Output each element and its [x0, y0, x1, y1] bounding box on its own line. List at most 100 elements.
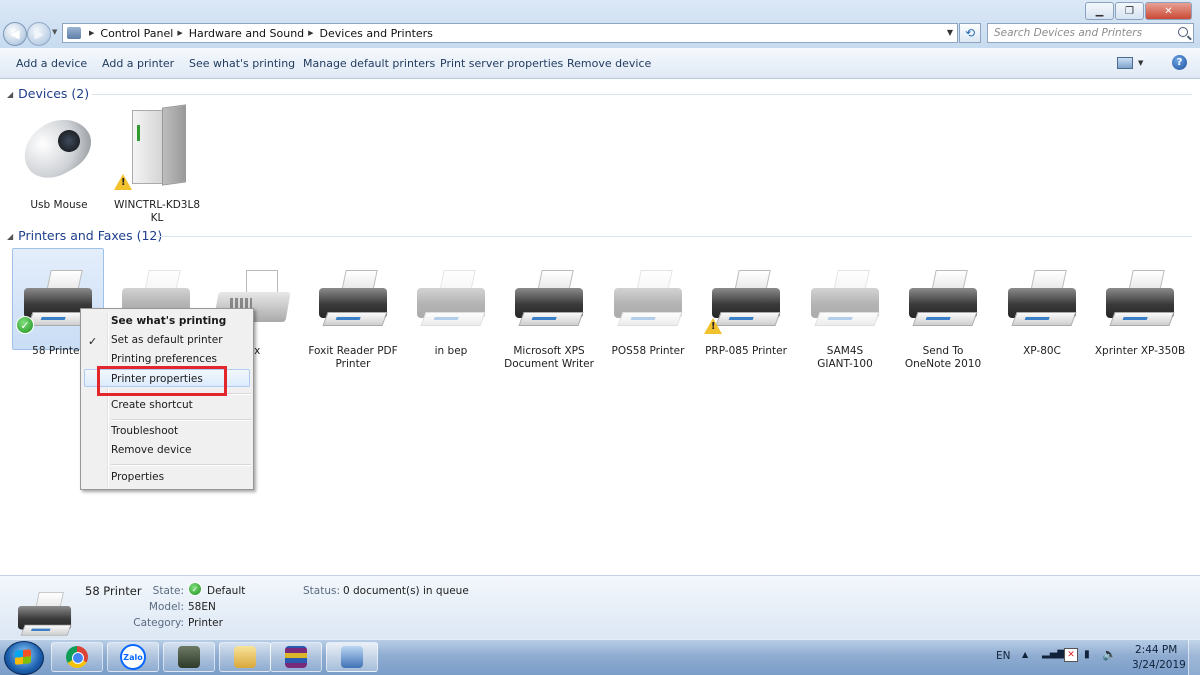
arrow-right-icon: ▶	[34, 27, 44, 41]
menu-item-printing-preferences[interactable]: Printing preferences	[111, 353, 217, 365]
breadcrumb-devices-and-printers[interactable]: Devices and Printers	[320, 27, 433, 40]
printer-pos58[interactable]: POS58 Printer	[600, 250, 696, 360]
context-menu: ✓ See what's printing Set as default pri…	[80, 308, 254, 490]
address-bar[interactable]: ▶ Control Panel ▶ Hardware and Sound ▶ D…	[62, 23, 958, 43]
maximize-button[interactable]: ❐	[1115, 2, 1144, 20]
view-options-dropdown[interactable]: ▼	[1138, 59, 1143, 67]
menu-item-create-shortcut[interactable]: Create shortcut	[111, 399, 193, 411]
device-usb-mouse[interactable]: Usb Mouse	[13, 106, 104, 216]
add-printer-button[interactable]: Add a printer	[102, 57, 174, 70]
breadcrumb-hardware-and-sound[interactable]: Hardware and Sound	[189, 27, 304, 40]
printer-microsoft-xps[interactable]: Microsoft XPS Document Writer	[501, 250, 597, 370]
default-check-icon: ✓	[188, 582, 202, 596]
recent-pages-dropdown[interactable]: ▼	[52, 28, 57, 36]
printer-xprinter-xp-350b[interactable]: Xprinter XP-350B	[1092, 250, 1188, 360]
manage-default-printers-button[interactable]: Manage default printers	[303, 57, 435, 70]
chevron-right-icon[interactable]: ▶	[308, 29, 313, 37]
printer-icon	[1008, 270, 1077, 332]
clock-date[interactable]: 3/24/2019	[1132, 659, 1186, 671]
volume-icon[interactable]: 🔈	[1102, 647, 1117, 661]
checkmark-icon: ✓	[88, 335, 98, 348]
printer-icon	[515, 270, 584, 332]
taskbar-chrome[interactable]	[51, 642, 103, 672]
command-bar: Add a device Add a printer See what's pr…	[0, 48, 1200, 79]
printer-prp-085[interactable]: ! PRP-085 Printer	[698, 250, 794, 360]
taskbar-zalo[interactable]: Zalo	[107, 642, 159, 672]
arrow-left-icon: ◀	[10, 27, 20, 41]
details-model-value: 58EN	[188, 601, 216, 613]
menu-item-troubleshoot[interactable]: Troubleshoot	[111, 425, 178, 437]
refresh-icon: ⟲	[964, 26, 976, 40]
search-input[interactable]: Search Devices and Printers	[987, 23, 1194, 43]
title-bar: ▁ ❐ ✕ ◀ ▶ ▼ ▶ Control Panel ▶ Hardware a…	[0, 0, 1200, 48]
print-server-properties-button[interactable]: Print server properties	[440, 57, 563, 70]
app-icon	[178, 646, 200, 668]
device-label: WINCTRL-KD3L8 KL	[113, 199, 200, 224]
printer-icon	[319, 270, 388, 332]
start-button[interactable]	[4, 641, 44, 675]
printer-icon	[712, 270, 781, 332]
printer-in-bep[interactable]: in bep	[403, 250, 499, 360]
menu-item-see-whats-printing[interactable]: See what's printing	[111, 315, 226, 327]
taskbar-app-3[interactable]	[163, 642, 215, 672]
collapse-triangle-icon[interactable]: ◢	[7, 90, 13, 99]
chevron-right-icon[interactable]: ▶	[89, 29, 94, 37]
search-icon[interactable]	[1178, 27, 1188, 37]
close-button[interactable]: ✕	[1145, 2, 1192, 20]
address-dropdown-icon[interactable]: ▼	[947, 28, 953, 37]
language-indicator[interactable]: EN	[996, 650, 1011, 662]
network-error-icon[interactable]: ✕	[1064, 648, 1078, 662]
clock-time[interactable]: 2:44 PM	[1135, 644, 1177, 656]
help-button[interactable]: ?	[1172, 55, 1187, 70]
taskbar: Zalo EN ▲ ▂▄▆ ✕ ▮ 🔈 2:44 PM 3/24/2019	[0, 639, 1200, 675]
printers-group-header[interactable]: ◢ Printers and Faxes (12)	[7, 228, 162, 243]
details-pane: 58 Printer State: ✓ Default Model: 58EN …	[0, 575, 1200, 640]
menu-item-set-default-printer[interactable]: Set as default printer	[111, 334, 223, 346]
details-model-label: Model:	[148, 601, 184, 613]
show-desktop-button[interactable]	[1188, 640, 1200, 675]
printer-icon	[417, 270, 486, 332]
add-device-button[interactable]: Add a device	[16, 57, 87, 70]
breadcrumb-control-panel[interactable]: Control Panel	[100, 27, 173, 40]
forward-button[interactable]: ▶	[27, 22, 51, 46]
menu-separator	[111, 464, 251, 466]
power-icon[interactable]: ▮	[1084, 648, 1090, 660]
devices-group-header[interactable]: ◢ Devices (2)	[7, 86, 89, 101]
group-divider	[92, 94, 1192, 95]
printer-sam4s-giant-100[interactable]: SAM4S GIANT-100	[797, 250, 893, 370]
minimize-button[interactable]: ▁	[1085, 2, 1114, 20]
see-whats-printing-button[interactable]: See what's printing	[189, 57, 295, 70]
printer-label: Xprinter XP-350B	[1094, 345, 1186, 357]
collapse-triangle-icon[interactable]: ◢	[7, 232, 13, 241]
taskbar-explorer[interactable]	[219, 642, 271, 672]
refresh-button[interactable]: ⟲	[959, 23, 981, 43]
details-state-label: State:	[152, 585, 184, 597]
printer-foxit-reader-pdf[interactable]: Foxit Reader PDF Printer	[305, 250, 401, 370]
printer-xp-80c[interactable]: XP-80C	[994, 250, 1090, 360]
printer-icon	[614, 270, 683, 332]
window-controls: ▁ ❐ ✕	[1084, 2, 1192, 20]
details-status-value: 0 document(s) in queue	[343, 585, 469, 597]
network-signal-icon[interactable]: ▂▄▆	[1042, 648, 1065, 659]
taskbar-control-panel[interactable]	[326, 642, 378, 672]
details-printer-name: 58 Printer	[85, 584, 142, 598]
folder-icon	[234, 646, 256, 668]
remove-device-button[interactable]: Remove device	[567, 57, 651, 70]
back-button[interactable]: ◀	[3, 22, 27, 46]
device-label: Usb Mouse	[30, 199, 88, 211]
menu-item-properties[interactable]: Properties	[111, 471, 164, 483]
mouse-icon	[13, 107, 101, 189]
computer-tower-icon	[132, 104, 186, 186]
chevron-right-icon[interactable]: ▶	[177, 29, 182, 37]
printer-label: Microsoft XPS Document Writer	[504, 345, 594, 370]
show-hidden-icons[interactable]: ▲	[1022, 650, 1028, 659]
menu-item-remove-device[interactable]: Remove device	[111, 444, 191, 456]
printer-send-to-onenote[interactable]: Send To OneNote 2010	[895, 250, 991, 370]
change-view-icon[interactable]	[1117, 57, 1133, 69]
menu-gutter	[107, 311, 109, 487]
printer-icon	[12, 590, 72, 640]
taskbar-winrar[interactable]	[270, 642, 322, 672]
device-winctrl[interactable]: ! WINCTRL-KD3L8 KL	[112, 104, 202, 226]
printer-label: SAM4S GIANT-100	[817, 345, 873, 370]
warning-icon: !	[114, 174, 132, 190]
